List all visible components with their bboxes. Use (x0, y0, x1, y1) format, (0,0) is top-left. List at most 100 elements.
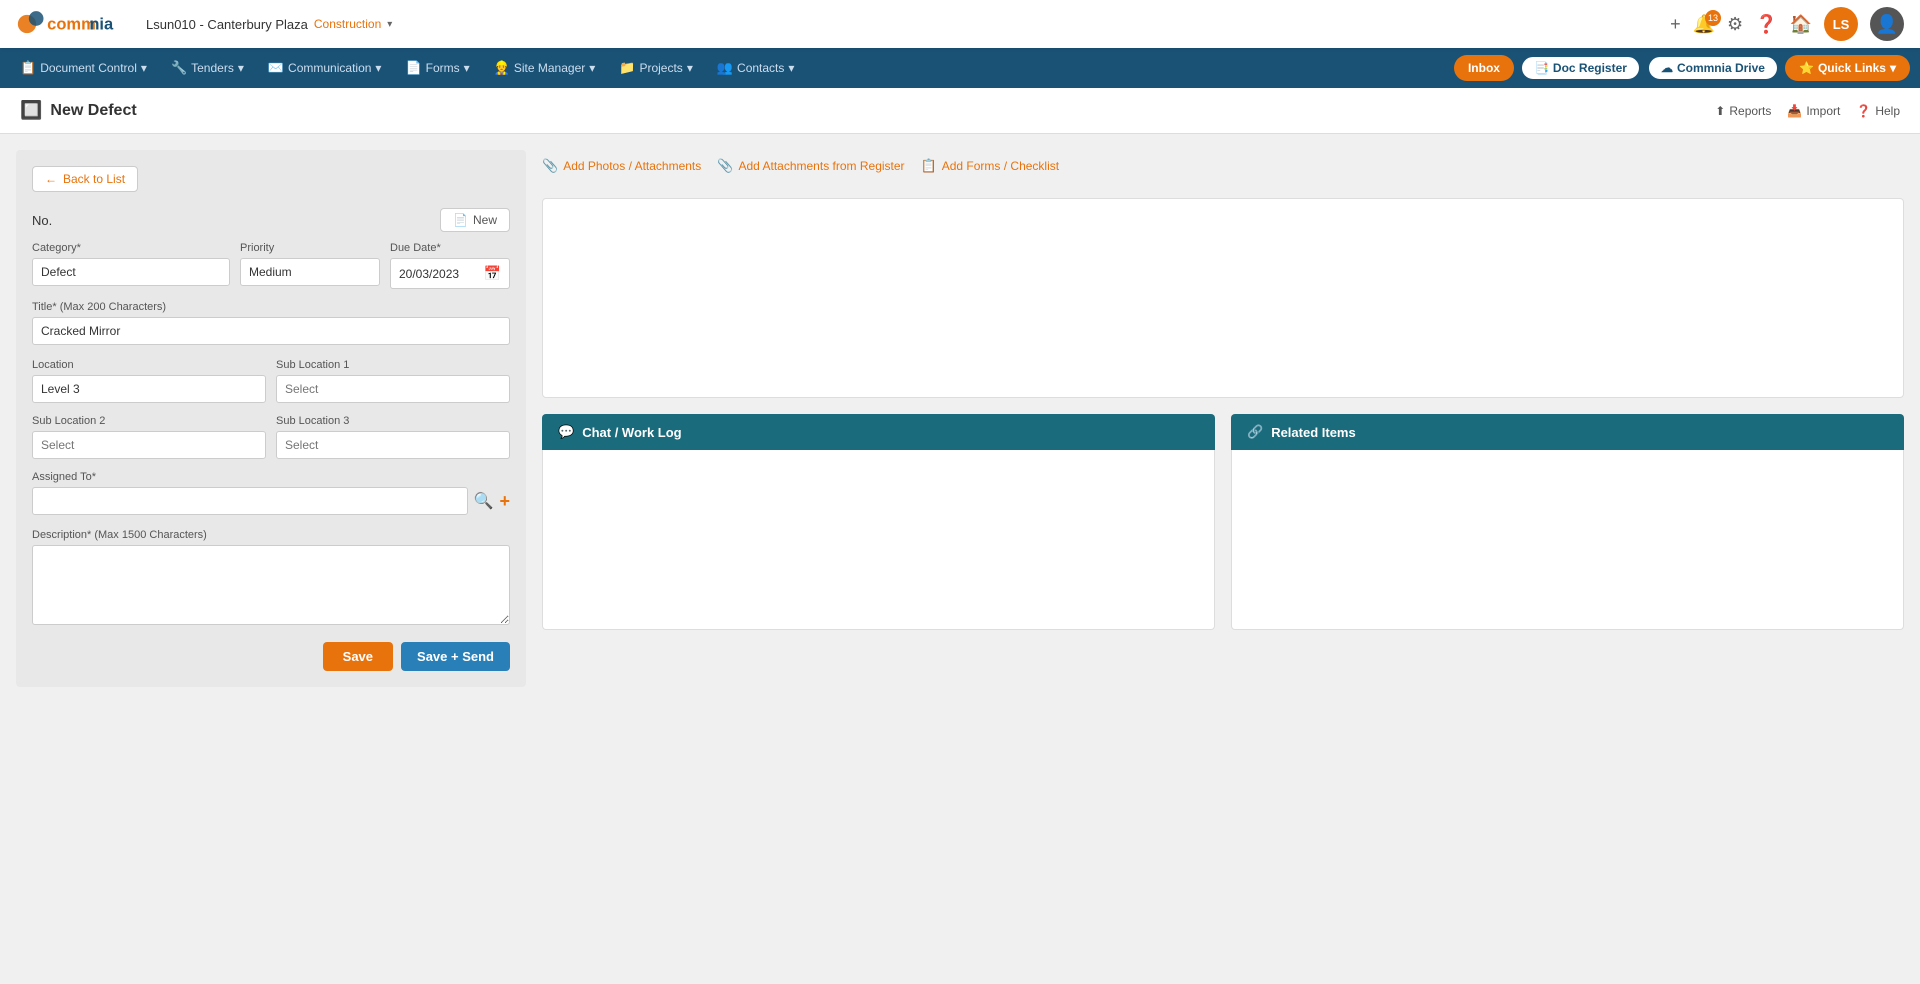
chat-panel-body (542, 450, 1215, 630)
new-button[interactable]: 📄 New (440, 208, 510, 232)
sub-location2-input[interactable] (32, 431, 266, 459)
add-attach-icon: 📎 (717, 158, 733, 174)
notification-badge: 13 (1705, 10, 1721, 26)
title-group: Title* (Max 200 Characters) (32, 301, 510, 345)
help-page-button[interactable]: ❓ Help (1856, 104, 1900, 118)
category-input[interactable] (32, 258, 230, 286)
help-button[interactable]: ❓ (1755, 14, 1777, 35)
nav-forms-chevron: ▾ (464, 61, 470, 75)
reports-button[interactable]: ⬆ Reports (1715, 104, 1771, 118)
new-label: New (473, 213, 497, 227)
nav-contacts[interactable]: 👥 Contacts ▾ (707, 56, 805, 80)
projects-icon: 📁 (619, 60, 635, 76)
doc-register-button[interactable]: 📑 Doc Register (1520, 55, 1641, 81)
back-label: Back to List (63, 172, 125, 186)
sec-nav-right-actions: Inbox 📑 Doc Register ☁ Commnia Drive ⭐ Q… (1454, 55, 1910, 81)
notifications-button[interactable]: 🔔 13 (1693, 14, 1715, 35)
sub-location1-group: Sub Location 1 (276, 359, 510, 403)
form-actions: Save Save + Send (32, 642, 510, 671)
nav-doc-control-chevron: ▾ (141, 61, 147, 75)
nav-site-manager-chevron: ▾ (589, 61, 595, 75)
add-forms-button[interactable]: 📋 Add Forms / Checklist (921, 158, 1060, 174)
reports-label: Reports (1729, 104, 1771, 118)
nav-site-manager[interactable]: 👷 Site Manager ▾ (484, 56, 606, 80)
description-group: Description* (Max 1500 Characters) (32, 529, 510, 628)
quick-links-button[interactable]: ⭐ Quick Links ▾ (1785, 55, 1910, 81)
no-label: No. (32, 213, 52, 228)
sub-location2-label: Sub Location 2 (32, 415, 266, 427)
commnia-drive-icon: ☁ (1661, 61, 1673, 75)
attachments-bar: 📎 Add Photos / Attachments 📎 Add Attachm… (542, 150, 1904, 182)
import-icon: 📥 (1787, 104, 1802, 118)
due-date-label: Due Date* (390, 242, 510, 254)
priority-label: Priority (240, 242, 380, 254)
settings-button[interactable]: ⚙ (1727, 14, 1743, 35)
forms-icon: 📄 (405, 60, 421, 76)
cat-priority-date-row: Category* Priority Due Date* 20/03/2023 … (32, 242, 510, 289)
calendar-icon[interactable]: 📅 (484, 265, 501, 282)
back-arrow-icon: ← (45, 172, 57, 186)
sub-location3-input[interactable] (276, 431, 510, 459)
reports-icon: ⬆ (1715, 104, 1725, 118)
chat-panel: 💬 Chat / Work Log (542, 414, 1215, 630)
related-icon: 🔗 (1247, 424, 1263, 440)
user-avatar[interactable]: LS (1824, 7, 1858, 41)
location-input[interactable] (32, 375, 266, 403)
search-icon: 🔍 (474, 493, 494, 510)
communication-icon: ✉️ (268, 60, 284, 76)
save-send-button[interactable]: Save + Send (401, 642, 510, 671)
nav-contacts-chevron: ▾ (788, 61, 794, 75)
commnia-drive-button[interactable]: ☁ Commnia Drive (1647, 55, 1779, 81)
related-panel-header: 🔗 Related Items (1231, 414, 1904, 450)
chat-icon: 💬 (558, 424, 574, 440)
due-date-field[interactable]: 20/03/2023 📅 (390, 258, 510, 289)
help-label: Help (1875, 104, 1900, 118)
tenders-icon: 🔧 (171, 60, 187, 76)
back-to-list-button[interactable]: ← Back to List (32, 166, 138, 192)
top-bar-right: + 🔔 13 ⚙ ❓ 🏠 LS 👤 (1670, 7, 1904, 41)
top-bar: comm nia Lsun010 - Canterbury Plaza Cons… (0, 0, 1920, 48)
logo[interactable]: comm nia (16, 6, 126, 42)
paperclip-icon: 📎 (542, 158, 558, 174)
nav-projects[interactable]: 📁 Projects ▾ (609, 56, 703, 80)
import-button[interactable]: 📥 Import (1787, 104, 1840, 118)
nav-doc-control[interactable]: 📋 Document Control ▾ (10, 56, 157, 80)
home-button[interactable]: 🏠 (1790, 14, 1812, 35)
inbox-button[interactable]: Inbox (1454, 55, 1514, 81)
project-chevron-icon[interactable]: ▾ (387, 19, 392, 30)
nav-doc-control-label: Document Control (40, 61, 137, 75)
add-from-register-label: Add Attachments from Register (738, 159, 904, 173)
sub-locations-row: Sub Location 2 Sub Location 3 (32, 415, 510, 459)
support-avatar[interactable]: 👤 (1870, 7, 1904, 41)
secondary-nav: 📋 Document Control ▾ 🔧 Tenders ▾ ✉️ Comm… (0, 48, 1920, 88)
quick-links-label: Quick Links (1818, 61, 1886, 75)
assigned-search-button[interactable]: 🔍 (474, 491, 494, 511)
nav-forms[interactable]: 📄 Forms ▾ (395, 56, 479, 80)
sub-location1-label: Sub Location 1 (276, 359, 510, 371)
priority-input[interactable] (240, 258, 380, 286)
nav-communication[interactable]: ✉️ Communication ▾ (258, 56, 392, 80)
project-info[interactable]: Lsun010 - Canterbury Plaza Construction … (146, 17, 392, 32)
save-button[interactable]: Save (323, 642, 393, 671)
add-photos-button[interactable]: 📎 Add Photos / Attachments (542, 158, 701, 174)
import-label: Import (1806, 104, 1840, 118)
add-button[interactable]: + (1670, 14, 1681, 35)
category-label: Category* (32, 242, 230, 254)
svg-text:nia: nia (89, 16, 114, 34)
assigned-to-input[interactable] (32, 487, 468, 515)
sub-location3-group: Sub Location 3 (276, 415, 510, 459)
related-panel-body (1231, 450, 1904, 630)
assigned-to-label: Assigned To* (32, 471, 510, 483)
assigned-to-group: Assigned To* 🔍 + (32, 471, 510, 515)
add-forms-icon: 📋 (921, 158, 937, 174)
defect-icon: 🔲 (20, 100, 42, 121)
description-textarea[interactable] (32, 545, 510, 625)
sub-location3-label: Sub Location 3 (276, 415, 510, 427)
assigned-add-button[interactable]: + (499, 491, 510, 512)
sub-location1-input[interactable] (276, 375, 510, 403)
description-label: Description* (Max 1500 Characters) (32, 529, 510, 541)
add-from-register-button[interactable]: 📎 Add Attachments from Register (717, 158, 904, 174)
title-input[interactable] (32, 317, 510, 345)
title-label: Title* (Max 200 Characters) (32, 301, 510, 313)
nav-tenders[interactable]: 🔧 Tenders ▾ (161, 56, 254, 80)
